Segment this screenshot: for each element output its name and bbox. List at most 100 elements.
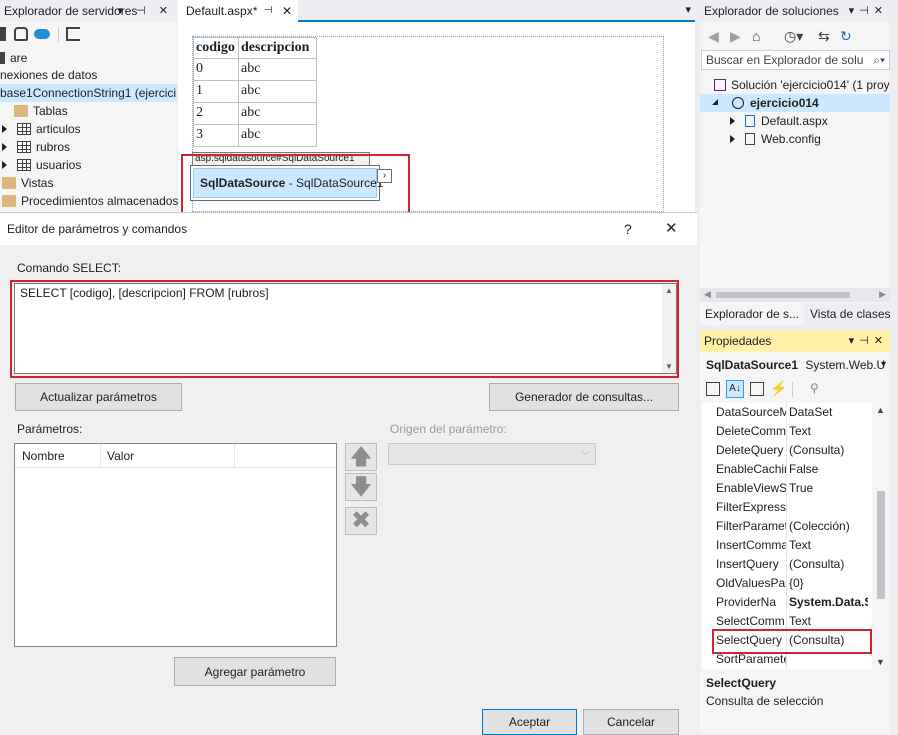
scroll-thumb[interactable]: [716, 292, 850, 298]
events-icon[interactable]: ⚡: [770, 380, 787, 397]
property-row[interactable]: ProviderNa System.Data.S: [702, 593, 868, 612]
connect-database-icon[interactable]: [14, 27, 28, 41]
property-row[interactable]: DataSourceM DataSet: [702, 403, 868, 422]
scroll-thumb[interactable]: [877, 491, 885, 599]
properties-header[interactable]: Propiedades ▾⊣✕: [700, 330, 890, 352]
solution-explorer-header[interactable]: Explorador de soluciones ▾⊣✕: [700, 0, 890, 22]
tab-solution-explorer[interactable]: Explorador de s...: [700, 303, 800, 325]
query-builder-button[interactable]: Generador de consultas...: [489, 383, 679, 411]
horizontal-scrollbar[interactable]: ◀ ▶: [700, 288, 890, 302]
property-row[interactable]: EnableViewSt True: [702, 479, 868, 498]
table-icon: [17, 141, 31, 153]
project-node[interactable]: ejercicio014: [700, 94, 890, 112]
property-value[interactable]: (Consulta): [789, 555, 868, 574]
tree-label: ejercicio014: [750, 96, 819, 110]
tree-item-connection-string[interactable]: base1ConnectionString1 (ejercici: [0, 84, 177, 102]
property-value[interactable]: False: [789, 460, 868, 479]
tree-item-rubros[interactable]: rubros: [2, 138, 70, 156]
dialog-titlebar[interactable]: Editor de parámetros y comandos ? ✕: [0, 213, 697, 245]
scroll-right-icon[interactable]: ▶: [879, 289, 886, 300]
chevron-down-icon[interactable]: ▾: [881, 355, 886, 375]
close-icon[interactable]: ✕: [665, 213, 678, 245]
alphabetical-icon[interactable]: A↓: [726, 380, 744, 398]
delete-x-icon: ✖: [350, 507, 372, 534]
property-value[interactable]: (Consulta): [789, 441, 868, 460]
refresh-icon[interactable]: [0, 27, 6, 41]
scroll-left-icon[interactable]: ◀: [704, 289, 711, 300]
property-row[interactable]: DeleteComm Text: [702, 422, 868, 441]
tree-item-data-connections[interactable]: nexiones de datos: [0, 66, 97, 84]
column-header-value[interactable]: Valor: [107, 449, 134, 463]
property-value[interactable]: True: [789, 479, 868, 498]
parameters-list[interactable]: Nombre Valor: [14, 443, 337, 647]
property-row[interactable]: FilterExpressi: [702, 498, 868, 517]
parameter-source-dropdown[interactable]: ⌵: [388, 443, 596, 465]
tree-item-views[interactable]: Vistas: [2, 174, 53, 192]
tree-item-share[interactable]: are: [0, 49, 27, 67]
property-row[interactable]: FilterParamet (Colección): [702, 517, 868, 536]
properties-tree-icon[interactable]: [66, 27, 80, 41]
column-header-name[interactable]: Nombre: [22, 449, 65, 463]
history-icon[interactable]: ◷▾: [784, 24, 803, 48]
solution-search-box[interactable]: Buscar en Explorador de solu ⌕▾: [701, 50, 890, 70]
collapsed-arrow-icon[interactable]: [2, 161, 7, 169]
tab-class-view[interactable]: Vista de clases: [804, 303, 891, 325]
window-pin-close-icons[interactable]: ▾ ⊣ ✕: [118, 0, 173, 22]
property-value[interactable]: Text: [789, 422, 868, 441]
property-row[interactable]: InsertQuery (Consulta): [702, 555, 868, 574]
cancel-button[interactable]: Cancelar: [583, 709, 679, 735]
collapsed-arrow-icon[interactable]: [2, 143, 7, 151]
refresh-icon[interactable]: ↻: [840, 24, 852, 48]
server-explorer-toolbar: [0, 23, 177, 47]
property-value[interactable]: {0}: [789, 574, 868, 593]
property-row[interactable]: InsertComma Text: [702, 536, 868, 555]
collapsed-arrow-icon[interactable]: [730, 135, 735, 143]
home-icon[interactable]: ⌂: [752, 24, 760, 48]
back-icon[interactable]: ◀: [708, 24, 719, 48]
window-pin-close-icons[interactable]: ▾⊣✕: [849, 330, 888, 352]
refresh-parameters-button[interactable]: Actualizar parámetros: [15, 383, 182, 411]
property-row[interactable]: OldValuesPar {0}: [702, 574, 868, 593]
property-value[interactable]: System.Data.S: [789, 593, 868, 612]
tree-label: Web.config: [761, 132, 821, 146]
close-tab-icon[interactable]: ✕: [282, 0, 292, 22]
pin-icon[interactable]: ⊣: [264, 0, 273, 22]
scroll-up-icon[interactable]: ▲: [876, 405, 885, 415]
property-row[interactable]: DeleteQuery (Consulta): [702, 441, 868, 460]
tree-item-articulos[interactable]: articulos: [2, 120, 81, 138]
move-up-button[interactable]: 🡅: [345, 443, 377, 471]
search-icon[interactable]: ⌕▾: [873, 51, 885, 69]
file-node-web-config[interactable]: Web.config: [730, 130, 821, 148]
property-value[interactable]: DataSet: [789, 403, 868, 422]
properties-icon[interactable]: [750, 382, 764, 396]
tree-item-tables[interactable]: Tablas: [2, 102, 68, 120]
collapsed-arrow-icon[interactable]: [730, 117, 735, 125]
scroll-down-icon[interactable]: ▼: [876, 657, 885, 667]
ok-button[interactable]: Aceptar: [482, 709, 577, 735]
tab-default-aspx[interactable]: Default.aspx* ⊣ ✕: [178, 0, 298, 22]
tab-overflow-icon[interactable]: ▾: [685, 3, 691, 16]
server-explorer-header[interactable]: Explorador de servidores ▾ ⊣ ✕: [0, 0, 177, 22]
property-value[interactable]: Text: [789, 536, 868, 555]
tree-item-usuarios[interactable]: usuarios: [2, 156, 81, 174]
property-row[interactable]: EnableCachin False: [702, 460, 868, 479]
add-parameter-button[interactable]: Agregar parámetro: [174, 657, 336, 686]
solution-node[interactable]: Solución 'ejercicio014' (1 proy: [714, 76, 890, 94]
help-icon[interactable]: ?: [624, 213, 632, 245]
move-down-button[interactable]: 🡇: [345, 473, 377, 501]
tree-item-stored-procedures[interactable]: Procedimientos almacenados: [2, 192, 178, 210]
expanded-arrow-icon[interactable]: [712, 99, 718, 105]
categorized-icon[interactable]: [706, 382, 720, 396]
property-pages-icon[interactable]: ⚲: [810, 381, 819, 395]
property-scrollbar[interactable]: ▲ ▼: [874, 403, 888, 669]
forward-icon[interactable]: ▶: [730, 24, 741, 48]
object-selector[interactable]: SqlDataSource1 System.Web.U ▾: [700, 355, 890, 375]
file-node-default-aspx[interactable]: Default.aspx: [730, 112, 828, 130]
sync-icon[interactable]: ⇆: [818, 24, 830, 48]
window-pin-close-icons[interactable]: ▾⊣✕: [849, 0, 888, 22]
cloud-icon[interactable]: [34, 29, 50, 39]
delete-parameter-button[interactable]: ✖: [345, 507, 377, 535]
property-name: FilterExpressi: [716, 500, 786, 514]
collapsed-arrow-icon[interactable]: [2, 125, 7, 133]
property-value[interactable]: (Colección): [789, 517, 868, 536]
